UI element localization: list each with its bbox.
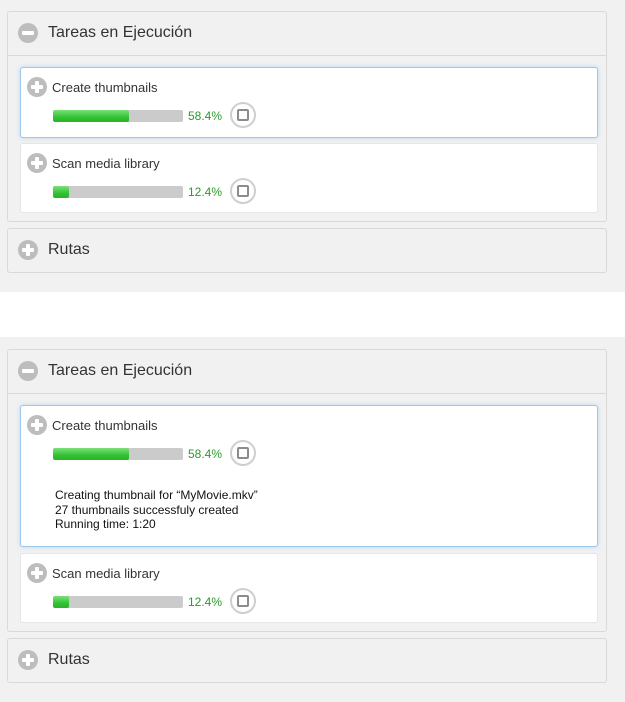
running-tasks-header[interactable]: Tareas en Ejecución [8,350,606,392]
progress-bar [53,110,183,122]
progress-fill [53,596,70,608]
routes-title: Rutas [48,651,90,668]
detail-line: Running time: 1:20 [55,517,156,531]
task-create-thumbnails[interactable]: Create thumbnails 58.4% Creating thumbna… [20,405,598,547]
stop-icon [237,595,249,607]
header-divider [8,55,606,56]
expand-icon[interactable] [18,650,38,670]
task-name: Create thumbnails [52,418,158,433]
stop-button[interactable] [230,178,256,204]
task-name: Scan media library [52,566,160,581]
progress-percent: 12.4% [188,185,223,199]
progress-bar [53,448,183,460]
detail-line: Creating thumbnail for “MyMovie.mkv” [55,488,258,502]
expand-icon[interactable] [27,563,47,583]
running-tasks-title: Tareas en Ejecución [48,24,193,41]
stop-button[interactable] [230,588,256,614]
progress-fill [53,110,129,122]
header-divider [8,393,606,394]
task-scan-media-library[interactable]: Scan media library 12.4% [20,143,598,213]
routes-panel: Rutas [7,228,607,273]
task-create-thumbnails[interactable]: Create thumbnails 58.4% [20,67,598,138]
collapse-icon[interactable] [18,361,38,381]
stop-button[interactable] [230,102,256,128]
expand-icon[interactable] [27,77,47,97]
collapse-icon[interactable] [18,23,38,43]
stop-icon [237,447,249,459]
stop-button[interactable] [230,440,256,466]
routes-header[interactable]: Rutas [8,639,606,681]
task-scan-media-library[interactable]: Scan media library 12.4% [20,553,598,623]
routes-header[interactable]: Rutas [8,229,606,271]
running-tasks-title: Tareas en Ejecución [48,362,193,379]
progress-percent: 12.4% [188,595,223,609]
progress-fill [53,448,129,460]
running-tasks-header[interactable]: Tareas en Ejecución [8,12,606,54]
expand-icon[interactable] [18,240,38,260]
routes-title: Rutas [48,241,90,258]
progress-percent: 58.4% [188,447,223,461]
routes-panel: Rutas [7,638,607,683]
progress-fill [53,186,70,198]
running-tasks-panel: Tareas en Ejecución Create thumbnails 58… [7,11,607,222]
task-details: Creating thumbnail for “MyMovie.mkv” 27 … [55,488,258,532]
expand-icon[interactable] [27,153,47,173]
task-name: Create thumbnails [52,80,158,95]
stop-icon [237,109,249,121]
detail-line: 27 thumbnails successfuly created [55,502,239,517]
expand-icon[interactable] [27,415,47,435]
task-name: Scan media library [52,156,160,171]
stop-icon [237,185,249,197]
running-tasks-panel: Tareas en Ejecución Create thumbnails 58… [7,349,607,632]
progress-percent: 58.4% [188,109,223,123]
progress-bar [53,596,183,608]
progress-bar [53,186,183,198]
